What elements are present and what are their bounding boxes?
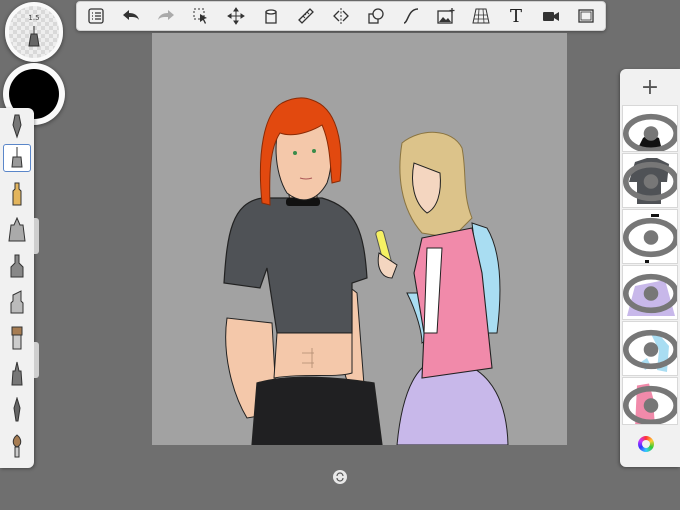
symmetry-icon[interactable] <box>330 5 352 27</box>
fine-pen-brush-icon[interactable] <box>3 360 31 388</box>
top-toolbar: T <box>76 1 606 31</box>
brush-palette <box>0 108 34 468</box>
airbrush-icon[interactable] <box>3 216 31 244</box>
undo-icon[interactable] <box>120 5 142 27</box>
perspective-grid-icon[interactable] <box>470 5 492 27</box>
fullscreen-icon[interactable] <box>575 5 597 27</box>
layer-thumbnail-pants[interactable] <box>622 265 678 320</box>
selection-icon[interactable] <box>190 5 212 27</box>
fill-bucket-icon[interactable] <box>260 5 282 27</box>
drawing-canvas[interactable] <box>152 33 567 445</box>
visibility-eye-icon[interactable] <box>623 266 678 320</box>
image-icon[interactable] <box>435 5 457 27</box>
character-left <box>223 97 383 445</box>
transform-icon[interactable] <box>225 5 247 27</box>
character-right <box>375 131 509 445</box>
redo-icon[interactable] <box>155 5 177 27</box>
visibility-eye-icon[interactable] <box>623 106 678 152</box>
paint-brush-icon[interactable] <box>3 324 31 352</box>
chisel-marker-brush-icon[interactable] <box>3 288 31 316</box>
ruler-icon[interactable] <box>295 5 317 27</box>
color-wheel-icon[interactable] <box>638 436 654 452</box>
layers-panel: + <box>620 69 680 467</box>
layer-thumbnail-accessory[interactable] <box>622 209 678 264</box>
canvas-artwork <box>223 97 509 445</box>
brush-size-value: 1.5 <box>28 14 40 22</box>
calligraphy-brush-icon[interactable] <box>3 396 31 424</box>
text-icon[interactable]: T <box>505 5 527 27</box>
marker-brush-icon[interactable] <box>3 180 31 208</box>
brush-palette-handle-upper[interactable] <box>34 218 39 254</box>
technical-pen-brush-icon[interactable] <box>3 252 31 280</box>
layer-thumbnail-sleeves[interactable] <box>622 321 678 376</box>
brush-nib-icon <box>28 26 40 47</box>
layer-thumbnail-jacket[interactable] <box>622 377 678 425</box>
layer-thumbnail-hair[interactable] <box>622 105 678 152</box>
layer-thumbnail-shirt[interactable] <box>622 153 678 208</box>
visibility-eye-icon[interactable] <box>623 322 678 376</box>
shapes-icon[interactable] <box>365 5 387 27</box>
brush-palette-handle-lower[interactable] <box>34 342 39 378</box>
video-icon[interactable] <box>540 5 562 27</box>
add-layer-button[interactable]: + <box>620 69 680 105</box>
visibility-eye-icon[interactable] <box>623 154 678 208</box>
visibility-eye-icon[interactable] <box>623 378 678 425</box>
curve-icon[interactable] <box>400 5 422 27</box>
smudge-brush-icon[interactable] <box>3 432 31 460</box>
pencil-brush-icon[interactable] <box>3 112 31 140</box>
visibility-eye-icon[interactable] <box>623 210 678 264</box>
list-icon[interactable] <box>85 5 107 27</box>
canvas-reset-handle-icon[interactable] <box>333 470 347 484</box>
brush-size-puck[interactable]: 1.5 <box>5 2 63 62</box>
ink-pen-brush-icon[interactable] <box>3 144 31 172</box>
